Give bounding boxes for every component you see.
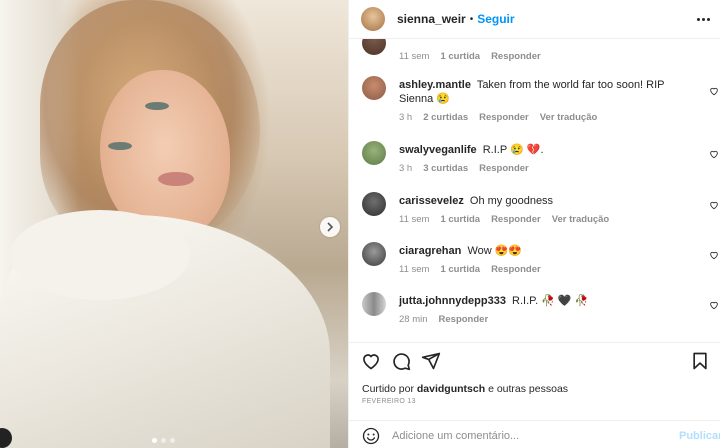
liked-by-suffix[interactable]: e outras pessoas (488, 383, 568, 395)
chevron-right-icon (327, 222, 334, 232)
header-separator: • (469, 13, 474, 25)
carousel-dot (170, 438, 175, 443)
comment-avatar[interactable] (362, 141, 386, 165)
comment-meta: 11 sem 1 curtida Responder (399, 51, 697, 62)
instagram-post: sienna_weir • Seguir 11 sem 1 curtida Re… (0, 0, 720, 448)
post-date[interactable]: FEVEREIRO 13 (362, 398, 416, 405)
comment-avatar[interactable] (362, 292, 386, 316)
like-comment-icon[interactable] (709, 149, 719, 159)
comment-username[interactable]: ashley.mantle (399, 79, 471, 91)
comment-meta: 3 h 3 curtidas Responder (399, 163, 697, 174)
comment-username[interactable]: carissevelez (399, 195, 464, 207)
comment-content: Wow 😍😍 (467, 245, 523, 257)
comment-avatar[interactable] (362, 76, 386, 100)
reply-button[interactable]: Responder (439, 314, 489, 325)
translate-button[interactable]: Ver tradução (540, 112, 598, 123)
carousel-dot (152, 438, 157, 443)
comment-item: swalyveganlife R.I.P 😢 💔. 3 h 3 curtidas… (349, 141, 720, 181)
publish-button[interactable]: Publicar (679, 430, 720, 442)
comment-item: carissevelez Oh my goodness 11 sem 1 cur… (349, 192, 720, 232)
comment-item: jutta.johnnydepp333 R.I.P. 🥀 🖤 🥀 28 min … (349, 292, 720, 332)
comment-username[interactable]: swalyveganlife (399, 144, 477, 156)
heart-icon[interactable] (361, 351, 381, 371)
like-comment-icon[interactable] (709, 250, 719, 260)
comment-item: ciaragrehan Wow 😍😍 11 sem 1 curtida Resp… (349, 242, 720, 282)
translate-button[interactable]: Ver tradução (552, 214, 610, 225)
share-icon[interactable] (421, 351, 441, 371)
comment-content: R.I.P. 🥀 🖤 🥀 (512, 295, 589, 307)
carousel-dots (152, 438, 175, 443)
comment-likes[interactable]: 1 curtida (440, 51, 480, 62)
comment-composer: Publicar (349, 420, 720, 448)
photo-eye-right (108, 142, 132, 150)
comment-username[interactable]: ciaragrehan (399, 245, 461, 257)
like-comment-icon[interactable] (709, 300, 719, 310)
follow-button[interactable]: Seguir (477, 12, 514, 26)
comment-time: 11 sem (399, 214, 430, 225)
liked-by: Curtido por davidguntsch e outras pessoa… (362, 383, 568, 395)
photo-eye-left (145, 102, 169, 110)
photo-sleeve (10, 210, 190, 300)
comment-meta: 3 h 2 curtidas Responder Ver tradução (399, 112, 697, 123)
comment-time: 11 sem (399, 51, 430, 62)
comment-meta: 28 min Responder (399, 314, 697, 325)
reply-button[interactable]: Responder (479, 112, 529, 123)
comment-likes[interactable]: 1 curtida (440, 264, 480, 275)
comment-text: carissevelez Oh my goodness (399, 194, 697, 208)
emoji-icon[interactable] (362, 427, 380, 445)
comment-time: 28 min (399, 314, 428, 325)
bookmark-icon[interactable] (690, 351, 710, 371)
comment-likes[interactable]: 2 curtidas (423, 112, 468, 123)
reply-button[interactable]: Responder (491, 214, 541, 225)
like-comment-icon[interactable] (709, 200, 719, 210)
reply-button[interactable]: Responder (491, 264, 541, 275)
author-username[interactable]: sienna_weir (397, 12, 466, 26)
comment-likes[interactable]: 3 curtidas (423, 163, 468, 174)
comment-input[interactable] (392, 427, 652, 445)
comment-time: 11 sem (399, 264, 430, 275)
carousel-dot (161, 438, 166, 443)
comment-text: ashley.mantle Taken from the world far t… (399, 78, 697, 106)
post-actions (349, 342, 720, 380)
comment-avatar[interactable] (362, 192, 386, 216)
comment-content: Oh my goodness (469, 195, 554, 207)
comment-avatar[interactable] (362, 39, 386, 55)
comment-meta: 11 sem 1 curtida Responder (399, 264, 697, 275)
comment-icon[interactable] (391, 351, 411, 371)
post-photo[interactable] (0, 0, 348, 448)
reply-button[interactable]: Responder (479, 163, 529, 174)
comment-item: 11 sem 1 curtida Responder (349, 39, 720, 71)
like-comment-icon[interactable] (709, 86, 719, 96)
comment-likes[interactable]: 1 curtida (440, 214, 480, 225)
reply-button[interactable]: Responder (491, 51, 541, 62)
photo-lips (158, 172, 194, 186)
comment-username[interactable]: jutta.johnnydepp333 (399, 295, 506, 307)
author-avatar[interactable] (361, 7, 385, 31)
comment-item: ashley.mantle Taken from the world far t… (349, 76, 720, 123)
comment-avatar[interactable] (362, 242, 386, 266)
liked-by-prefix: Curtido por (362, 383, 414, 395)
comment-meta: 11 sem 1 curtida Responder Ver tradução (399, 214, 697, 225)
comment-time: 3 h (399, 163, 413, 174)
more-options-button[interactable] (697, 17, 710, 21)
post-side-panel: sienna_weir • Seguir 11 sem 1 curtida Re… (348, 0, 720, 448)
liked-by-user[interactable]: davidguntsch (417, 383, 485, 395)
more-icon (697, 17, 700, 21)
comment-content: R.I.P 😢 💔. (482, 144, 544, 156)
comment-time: 3 h (399, 112, 413, 123)
comments-list[interactable]: 11 sem 1 curtida Responder ashley.mantle… (349, 39, 720, 339)
comment-text: jutta.johnnydepp333 R.I.P. 🥀 🖤 🥀 (399, 294, 697, 308)
next-photo-button[interactable] (320, 217, 340, 237)
comment-text: ciaragrehan Wow 😍😍 (399, 244, 697, 258)
comment-text: swalyveganlife R.I.P 😢 💔. (399, 143, 697, 157)
post-header: sienna_weir • Seguir (349, 0, 720, 39)
